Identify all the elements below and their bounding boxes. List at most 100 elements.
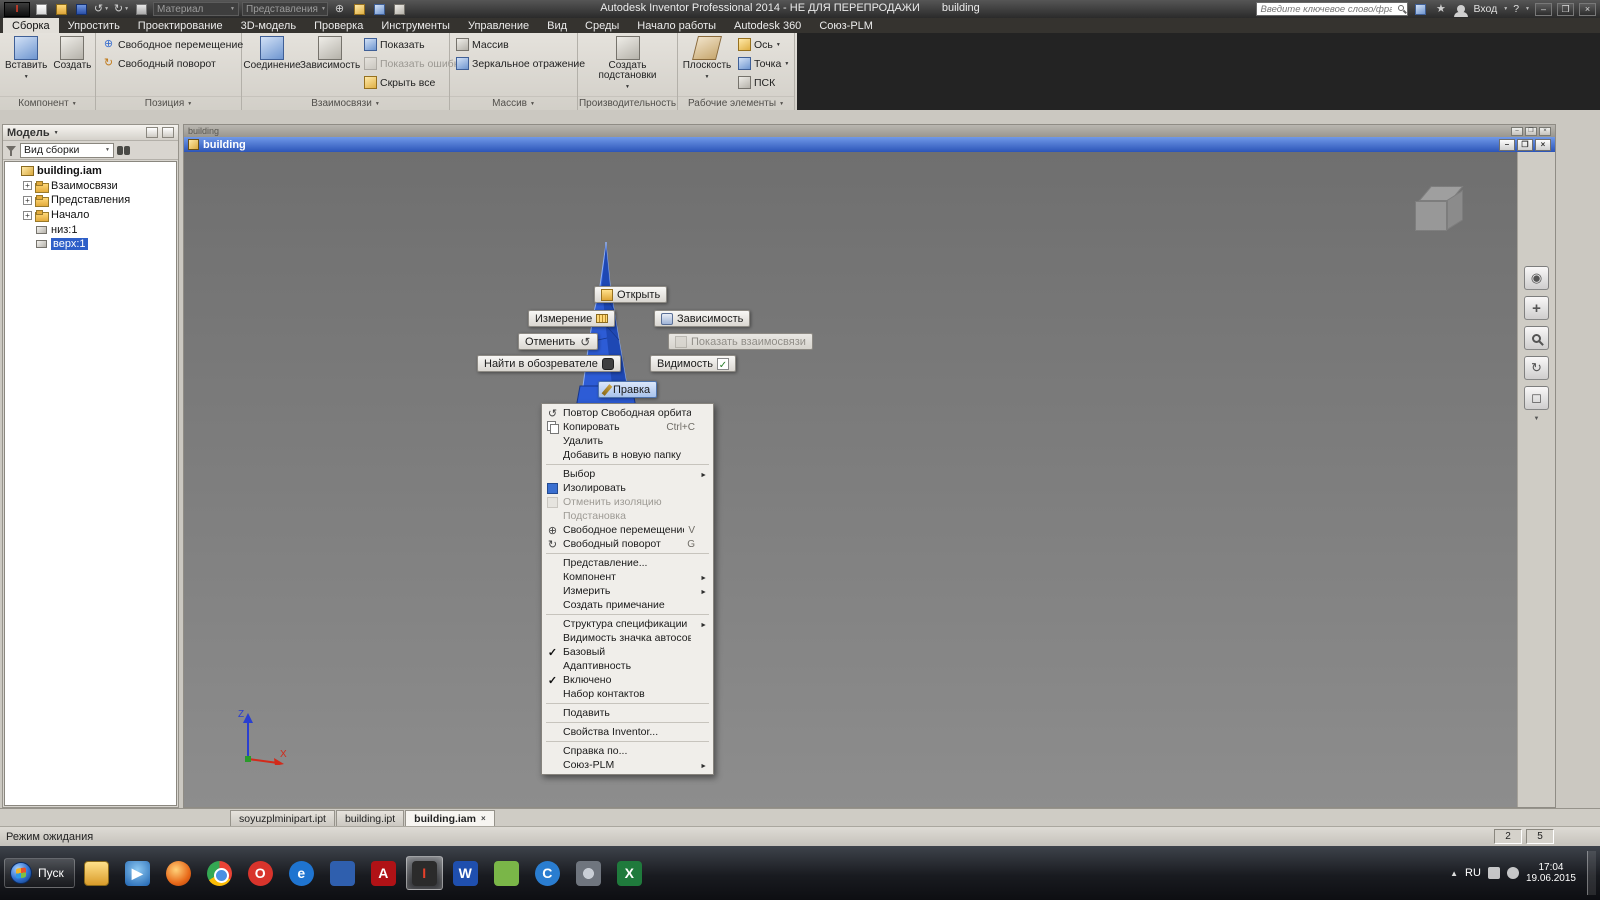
ribbon-tab[interactable]: Упростить <box>59 18 129 33</box>
ribbon-tab[interactable]: Autodesk 360 <box>725 18 810 33</box>
taskbar-app-icon[interactable]: O <box>242 856 279 890</box>
taskbar-app-icon[interactable]: I <box>405 856 443 890</box>
look-at-icon[interactable]: ◻ <box>1524 386 1549 410</box>
document-tab[interactable]: building.iam × <box>405 810 495 826</box>
create-component-button[interactable]: Создать <box>51 35 93 72</box>
tree-item-label[interactable]: Взаимосвязи <box>51 180 118 192</box>
marking-menu-constrain-button[interactable]: Зависимость <box>654 310 751 327</box>
orbit-icon[interactable]: ↻ <box>1524 356 1549 380</box>
material-combo[interactable]: Материал ▼ <box>153 2 239 16</box>
close-button[interactable]: × <box>1579 2 1596 16</box>
language-indicator[interactable]: RU <box>1465 867 1481 879</box>
insert-component-button[interactable]: Вставить ▼ <box>3 35 49 83</box>
appearance-combo[interactable]: Представления ▼ <box>242 2 328 16</box>
frame-restore-button[interactable]: ❒ <box>1525 126 1537 136</box>
context-menu-item[interactable]: Адаптивность <box>542 659 713 673</box>
ribbon-tab[interactable]: Управление <box>459 18 538 33</box>
open-file-icon[interactable] <box>53 2 70 17</box>
help-button[interactable]: ? <box>1513 3 1519 15</box>
ribbon-tab[interactable]: Начало работы <box>628 18 725 33</box>
context-menu-item[interactable]: Повтор Свободная орбита <box>542 406 713 420</box>
work-plane-button[interactable]: Плоскость ▼ <box>681 35 733 83</box>
find-icon[interactable] <box>117 145 130 155</box>
marking-menu-open-button[interactable]: Открыть <box>594 286 668 303</box>
undo-caret-icon[interactable]: ▼ <box>104 6 109 12</box>
free-rotate-button[interactable]: Свободный поворот <box>99 54 219 73</box>
tree-item[interactable]: building.iam <box>5 164 176 179</box>
ribbon-tab[interactable]: Союз-PLM <box>810 18 882 33</box>
start-button[interactable]: Пуск <box>4 858 75 888</box>
ribbon-tab[interactable]: Вид <box>538 18 576 33</box>
pan-icon[interactable]: + <box>1524 296 1549 320</box>
frame-close-button[interactable]: × <box>1539 126 1551 136</box>
tray-icon-1[interactable] <box>1487 867 1500 879</box>
filter-icon[interactable] <box>6 145 17 156</box>
context-menu-item[interactable]: Свободное перемещение V <box>542 523 713 537</box>
joint-button[interactable]: Соединение <box>243 35 301 72</box>
work-axis-button[interactable]: Ось ▼ <box>735 35 792 54</box>
user-icon[interactable] <box>1453 3 1468 17</box>
redo-caret-icon[interactable]: ▼ <box>124 6 129 12</box>
taskbar-app-icon[interactable]: W <box>447 856 484 890</box>
viewcube-front-face[interactable] <box>1415 201 1447 231</box>
create-substitutes-button[interactable]: Создать подстановки ▼ <box>591 35 665 93</box>
context-menu-item[interactable]: Видимость значка автосовмещения <box>542 631 713 645</box>
redo-icon[interactable]: ↻ ▼ <box>113 2 130 17</box>
taskbar-app-icon[interactable] <box>201 856 238 890</box>
navigation-wheel-icon[interactable]: ◉ <box>1524 266 1549 290</box>
taskbar-app-icon[interactable]: C <box>529 856 566 890</box>
show-desktop-button[interactable] <box>1587 851 1596 895</box>
context-menu-item[interactable]: Подавить <box>542 706 713 720</box>
context-menu-item[interactable]: Структура спецификации <box>542 617 713 631</box>
tree-item-label[interactable]: building.iam <box>37 165 102 177</box>
document-tab[interactable]: soyuzplminipart.ipt × <box>230 810 335 826</box>
marking-menu-find-in-browser-button[interactable]: Найти в обозревателе <box>477 355 621 372</box>
context-menu-item[interactable]: Включено <box>542 673 713 687</box>
context-menu-item[interactable]: Свободный поворот G <box>542 537 713 551</box>
taskbar-app-icon[interactable] <box>78 856 115 890</box>
taskbar-app-icon[interactable] <box>324 856 361 890</box>
ribbon-tab[interactable]: 3D-модель <box>232 18 305 33</box>
minimize-button[interactable]: – <box>1535 2 1552 16</box>
work-point-button[interactable]: Точка ▼ <box>735 54 792 73</box>
marking-menu-undo-button[interactable]: Отменить <box>518 333 599 350</box>
tree-item-label[interactable]: Представления <box>51 194 130 206</box>
panel-relationships-label[interactable]: Взаимосвязи ▼ <box>242 96 449 110</box>
context-menu-item[interactable]: Добавить в новую папку <box>542 448 713 462</box>
browser-header-caret-icon[interactable]: ▼ <box>54 130 59 136</box>
inventor-app-button[interactable]: I <box>4 1 30 17</box>
communication-center-icon[interactable] <box>1413 3 1428 16</box>
tree-expander[interactable]: + <box>23 210 32 220</box>
measure-icon[interactable] <box>351 2 368 17</box>
panel-work-features-label[interactable]: Рабочие элементы ▼ <box>678 96 794 110</box>
taskbar-app-icon[interactable] <box>160 856 197 890</box>
ucs-button[interactable]: ПСК <box>735 73 792 92</box>
ribbon-tab[interactable]: Среды <box>576 18 628 33</box>
context-menu-item[interactable]: Выбор <box>542 467 713 481</box>
save-icon[interactable] <box>73 2 90 17</box>
tray-expand-icon[interactable]: ▲ <box>1450 869 1458 878</box>
tree-item-label[interactable]: верх:1 <box>51 238 88 251</box>
browser-header[interactable]: Модель ▼ <box>3 125 178 141</box>
taskbar-app-icon[interactable]: A <box>365 856 402 890</box>
panel-component-label[interactable]: Компонент ▼ <box>0 96 95 110</box>
marking-menu-measure-button[interactable]: Измерение <box>528 310 616 327</box>
undo-icon[interactable]: ↺ ▼ <box>93 2 110 17</box>
document-titlebar[interactable]: building – ❒ × <box>184 137 1555 152</box>
context-menu-item[interactable]: Копировать Ctrl+C <box>542 420 713 434</box>
graphics-canvas[interactable]: Z X Открыть Измерение Зависимость Отмени… <box>184 152 1517 807</box>
browser-pin-icon[interactable] <box>162 127 174 138</box>
zoom-icon[interactable] <box>1524 326 1549 350</box>
context-menu-item[interactable]: Справка по... <box>542 744 713 758</box>
context-menu-item[interactable]: Создать примечание <box>542 598 713 612</box>
restore-button[interactable]: ❒ <box>1557 2 1574 16</box>
taskbar-app-icon[interactable]: e <box>283 856 320 890</box>
constrain-button[interactable]: Зависимость <box>300 35 360 72</box>
context-menu-item[interactable]: Набор контактов <box>542 687 713 701</box>
new-file-icon[interactable] <box>33 2 50 17</box>
marking-menu-visibility-button[interactable]: Видимость <box>650 355 736 372</box>
taskbar-app-icon[interactable] <box>570 856 607 890</box>
navbar-more-caret-icon[interactable]: ▼ <box>1534 416 1540 422</box>
tree-item[interactable]: верх:1 <box>5 237 176 252</box>
tray-icon-2[interactable] <box>1506 867 1519 879</box>
